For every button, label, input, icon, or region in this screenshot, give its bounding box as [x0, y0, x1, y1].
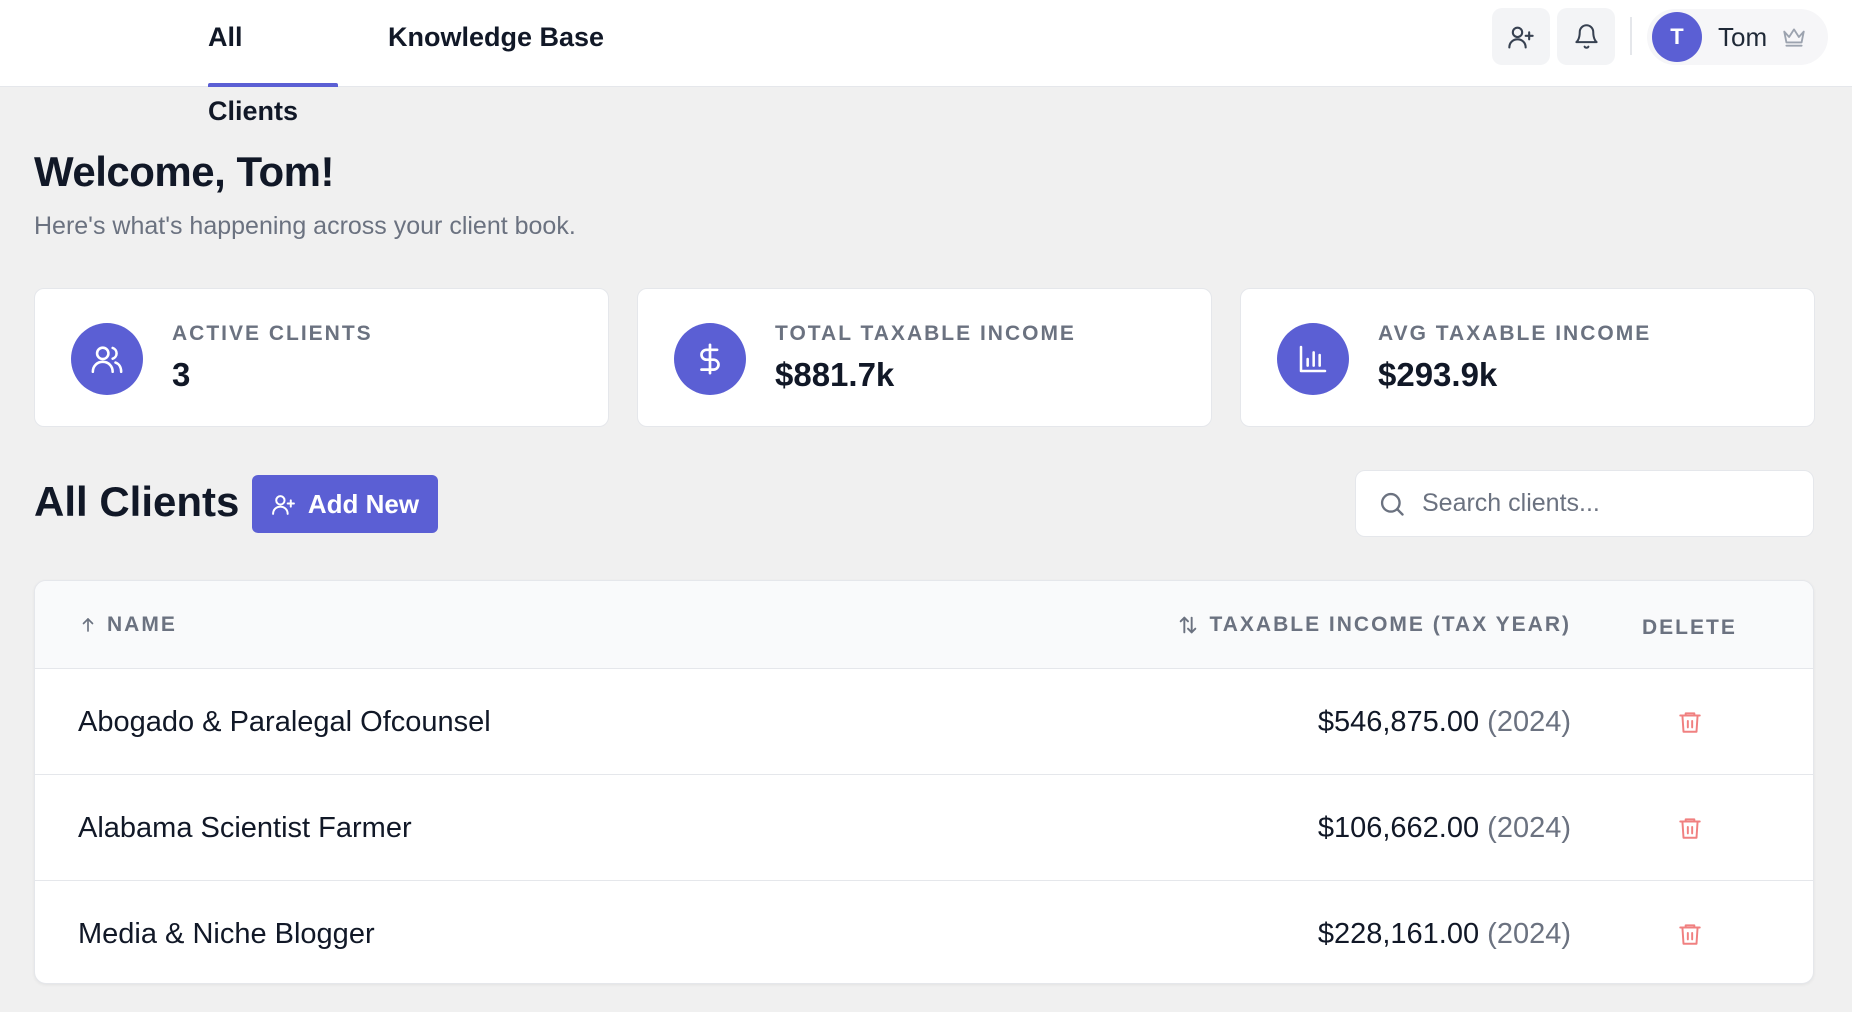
users-icon	[71, 323, 143, 395]
stat-label: ACTIVE CLIENTS	[172, 322, 373, 345]
column-label: TAXABLE INCOME (TAX YEAR)	[1209, 613, 1571, 636]
search-box[interactable]	[1355, 470, 1814, 537]
tab-all-clients[interactable]: All Clients	[208, 0, 338, 126]
table-header: NAME TAXABLE INCOME (TAX YEAR) DELETE	[35, 581, 1813, 669]
clients-section-title: All Clients	[34, 478, 240, 525]
add-user-icon	[271, 492, 296, 517]
stat-card-total-income: TOTAL TAXABLE INCOME $881.7k	[637, 288, 1212, 427]
nav-divider	[1630, 17, 1632, 55]
bar-chart-icon	[1277, 323, 1349, 395]
client-income: $546,875.00 (2024)	[1318, 669, 1571, 775]
tax-year: (2024)	[1487, 812, 1571, 844]
dollar-icon	[674, 323, 746, 395]
tab-knowledge-base[interactable]: Knowledge Base	[388, 0, 604, 87]
column-label: NAME	[107, 613, 177, 636]
trash-icon	[1677, 921, 1703, 947]
top-navigation: All Clients Knowledge Base T Tom	[0, 0, 1852, 126]
income-amount: $546,875.00	[1317, 706, 1480, 738]
client-income: $228,161.00 (2024)	[1317, 881, 1571, 983]
add-user-button[interactable]	[1492, 8, 1550, 65]
user-name: Tom	[1718, 21, 1768, 52]
stat-card-avg-income: AVG TAXABLE INCOME $293.9k	[1240, 288, 1815, 427]
client-income: $106,662.00 (2024)	[1318, 775, 1571, 881]
sort-arrows-icon	[1177, 614, 1199, 636]
stat-card-active-clients: ACTIVE CLIENTS 3	[34, 288, 609, 427]
client-name[interactable]: Media & Niche Blogger	[78, 881, 375, 983]
delete-button[interactable]	[1675, 707, 1705, 737]
table-row[interactable]: Media & Niche Blogger $228,161.00 (2024)	[35, 881, 1813, 983]
user-menu[interactable]: T Tom	[1647, 9, 1828, 65]
page-subtitle: Here's what's happening across your clie…	[34, 212, 576, 240]
stat-label: TOTAL TAXABLE INCOME	[775, 322, 1076, 345]
table-row[interactable]: Alabama Scientist Farmer $106,662.00 (20…	[35, 775, 1813, 881]
delete-button[interactable]	[1675, 919, 1705, 949]
stat-value: $293.9k	[1378, 356, 1498, 393]
column-header-delete: DELETE	[1642, 584, 1737, 672]
arrow-up-icon	[79, 616, 97, 634]
add-new-client-button[interactable]: Add New	[252, 475, 438, 533]
trash-icon	[1677, 815, 1703, 841]
bell-icon	[1573, 23, 1600, 50]
search-icon	[1378, 490, 1406, 518]
add-user-icon	[1507, 23, 1535, 51]
column-header-name[interactable]: NAME	[79, 581, 177, 669]
stat-label: AVG TAXABLE INCOME	[1378, 322, 1652, 345]
column-header-income[interactable]: TAXABLE INCOME (TAX YEAR)	[1177, 581, 1571, 669]
add-new-label: Add New	[307, 488, 420, 519]
delete-button[interactable]	[1675, 813, 1705, 843]
stat-value: $881.7k	[775, 356, 895, 393]
page-title: Welcome, Tom!	[34, 148, 335, 195]
trash-icon	[1677, 709, 1703, 735]
table-row[interactable]: Abogado & Paralegal Ofcounsel $546,875.0…	[35, 669, 1813, 775]
avatar: T	[1652, 12, 1702, 62]
search-input[interactable]	[1422, 489, 1802, 518]
crown-icon	[1781, 25, 1807, 49]
client-name[interactable]: Alabama Scientist Farmer	[78, 775, 412, 881]
stat-value: 3	[172, 356, 191, 393]
client-name[interactable]: Abogado & Paralegal Ofcounsel	[78, 669, 491, 775]
column-label: DELETE	[1642, 616, 1737, 639]
income-amount: $228,161.00	[1317, 918, 1480, 950]
tax-year: (2024)	[1487, 706, 1571, 738]
income-amount: $106,662.00	[1317, 812, 1480, 844]
clients-table: NAME TAXABLE INCOME (TAX YEAR) DELETE Ab…	[34, 580, 1814, 984]
notifications-button[interactable]	[1557, 8, 1615, 65]
tax-year: (2024)	[1487, 918, 1571, 950]
